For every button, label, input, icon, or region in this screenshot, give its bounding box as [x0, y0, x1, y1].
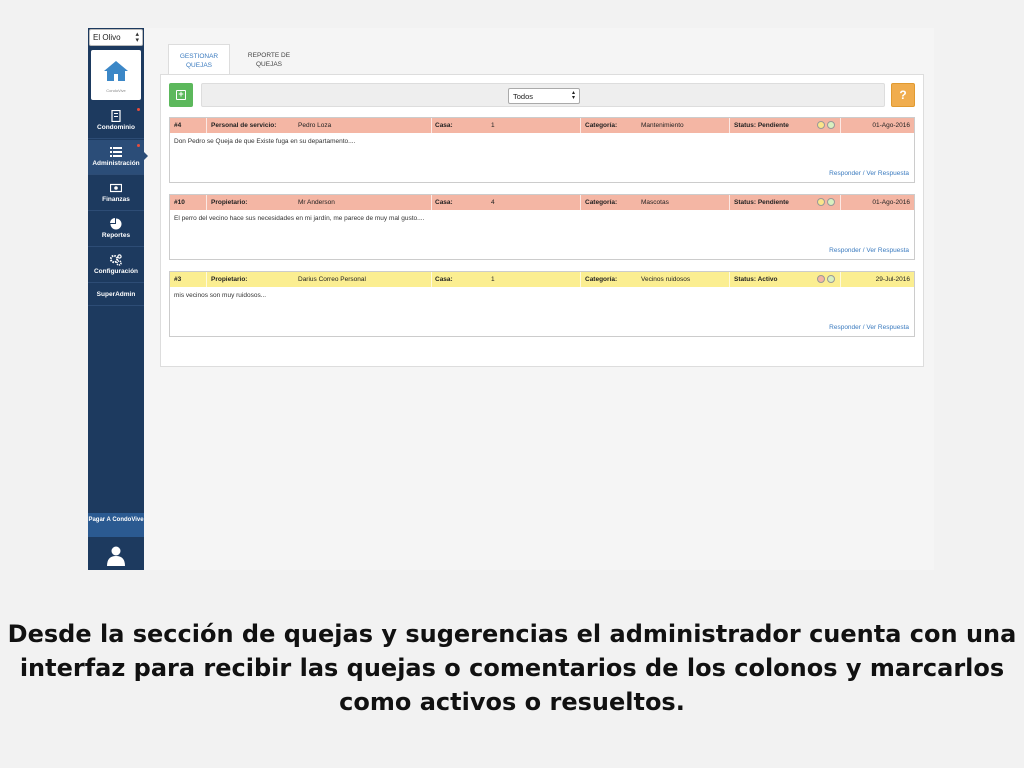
sidebar-item-finanzas[interactable]: Finanzas: [88, 176, 144, 211]
sidebar-item-label: Administración: [92, 160, 140, 167]
status-resolved-toggle[interactable]: [827, 121, 835, 129]
sidebar-item-administracion[interactable]: Administración: [88, 140, 148, 175]
user-icon[interactable]: [107, 546, 125, 566]
casa-value: 1: [491, 276, 495, 283]
respond-link[interactable]: Responder / Ver Respuesta: [829, 170, 909, 177]
list-icon: [110, 147, 122, 157]
categoria-value: Vecinos ruidosos: [641, 276, 691, 283]
complaint-name: Darius Correo Personal: [298, 276, 366, 283]
select-arrows-icon: ▴ ▾: [135, 31, 139, 44]
status-resolved-toggle[interactable]: [827, 275, 835, 283]
categoria-value: Mantenimiento: [641, 122, 684, 129]
filter-value: Todos: [513, 92, 534, 101]
complaint-date: 01-Ago-2016: [872, 122, 910, 129]
sidebar-item-superadmin[interactable]: SuperAdmin: [88, 284, 144, 306]
sidebar-item-label: Reportes: [101, 232, 131, 239]
sidebar-item-label: Finanzas: [102, 196, 130, 203]
status-label: Status: Pendiente: [734, 122, 789, 129]
plus-icon: +: [176, 90, 186, 100]
main-content: GESTIONAR QUEJAS REPORTE DE QUEJAS + Tod…: [160, 42, 924, 367]
complaint-text: Don Pedro se Queja de que Existe fuga en…: [174, 138, 356, 145]
sidebar-item-label: Configuración: [93, 268, 139, 275]
logo-text: CondoVive: [106, 88, 126, 93]
sidebar-item-label: SuperAdmin: [96, 291, 136, 298]
complaint-header: #4 Personal de servicio: Pedro Loza Casa…: [170, 118, 914, 133]
complaint-card: #3 Propietario: Darius Correo Personal C…: [169, 271, 915, 337]
tab-reporte-de-quejas[interactable]: REPORTE DE QUEJAS: [238, 44, 300, 74]
complaint-name: Pedro Loza: [298, 122, 332, 129]
tab-label: REPORTE DE QUEJAS: [247, 52, 291, 68]
pagar-condovive-button[interactable]: Pagar A CondoVive: [88, 513, 144, 537]
tab-label: GESTIONAR QUEJAS: [179, 53, 219, 69]
sidebar-item-label: Condominio: [97, 124, 135, 131]
notification-dot: [137, 108, 140, 111]
pagar-label: Pagar A CondoVive: [88, 517, 144, 523]
complaint-name: Mr Anderson: [298, 199, 335, 206]
filter-bar: Todos ▴ ▾: [201, 83, 885, 107]
complaint-id: #10: [174, 199, 185, 206]
complaint-id: #4: [174, 122, 182, 129]
sidebar-item-configuracion[interactable]: Configuración: [88, 248, 144, 283]
respond-link[interactable]: Responder / Ver Respuesta: [829, 247, 909, 254]
complaint-header: #3 Propietario: Darius Correo Personal C…: [170, 272, 914, 287]
complaint-card: #10 Propietario: Mr Anderson Casa: 4 Cat…: [169, 194, 915, 260]
status-label: Status: Pendiente: [734, 199, 789, 206]
notification-dot: [137, 144, 140, 147]
categoria-label: Categoría:: [585, 276, 618, 283]
condo-select-value: El Olivo: [93, 33, 121, 42]
categoria-value: Mascotas: [641, 199, 669, 206]
gears-icon: [110, 254, 122, 266]
money-icon: [110, 183, 122, 193]
casa-label: Casa:: [435, 122, 453, 129]
casa-label: Casa:: [435, 199, 453, 206]
respond-link[interactable]: Responder / Ver Respuesta: [829, 324, 909, 331]
sidebar: El Olivo ▴ ▾ CondoVive Condominio Adminis…: [88, 28, 148, 570]
condovive-logo: CondoVive: [91, 50, 141, 100]
complaint-role: Propietario:: [211, 276, 248, 283]
complaint-text: mis vecinos son muy ruidosos...: [174, 292, 267, 299]
casa-label: Casa:: [435, 276, 453, 283]
complaint-role: Personal de servicio:: [211, 122, 277, 129]
tab-gestionar-quejas[interactable]: GESTIONAR QUEJAS: [168, 44, 230, 74]
complaint-text: El perro del vecino hace sus necesidades…: [174, 215, 425, 222]
complaint-id: #3: [174, 276, 182, 283]
slide-caption: Desde la sección de quejas y sugerencias…: [7, 620, 1017, 716]
complaint-card: #4 Personal de servicio: Pedro Loza Casa…: [169, 117, 915, 183]
sidebar-item-reportes[interactable]: Reportes: [88, 212, 144, 247]
app-screenshot: El Olivo ▴ ▾ CondoVive Condominio Adminis…: [88, 28, 934, 570]
status-pending-toggle[interactable]: [817, 198, 825, 206]
condo-select[interactable]: El Olivo ▴ ▾: [89, 29, 143, 46]
complaint-date: 01-Ago-2016: [872, 199, 910, 206]
status-resolved-toggle[interactable]: [827, 198, 835, 206]
status-label: Status: Activo: [734, 276, 778, 283]
home-icon: [104, 61, 128, 81]
select-arrows-icon: ▴ ▾: [571, 90, 575, 101]
sidebar-item-condominio[interactable]: Condominio: [88, 104, 144, 139]
casa-value: 1: [491, 122, 495, 129]
categoria-label: Categoría:: [585, 122, 618, 129]
status-pending-toggle[interactable]: [817, 275, 825, 283]
complaint-header: #10 Propietario: Mr Anderson Casa: 4 Cat…: [170, 195, 914, 210]
add-complaint-button[interactable]: +: [169, 83, 193, 107]
complaints-panel: + Todos ▴ ▾ ? #4 Personal de servicio: Pe…: [160, 74, 924, 367]
building-icon: [111, 110, 121, 122]
status-filter-select[interactable]: Todos ▴ ▾: [508, 88, 580, 104]
pie-chart-icon: [110, 218, 122, 230]
complaint-date: 29-Jul-2016: [875, 276, 910, 283]
categoria-label: Categoría:: [585, 199, 618, 206]
casa-value: 4: [491, 199, 495, 206]
help-button[interactable]: ?: [891, 83, 915, 107]
status-pending-toggle[interactable]: [817, 121, 825, 129]
complaint-role: Propietario:: [211, 199, 248, 206]
